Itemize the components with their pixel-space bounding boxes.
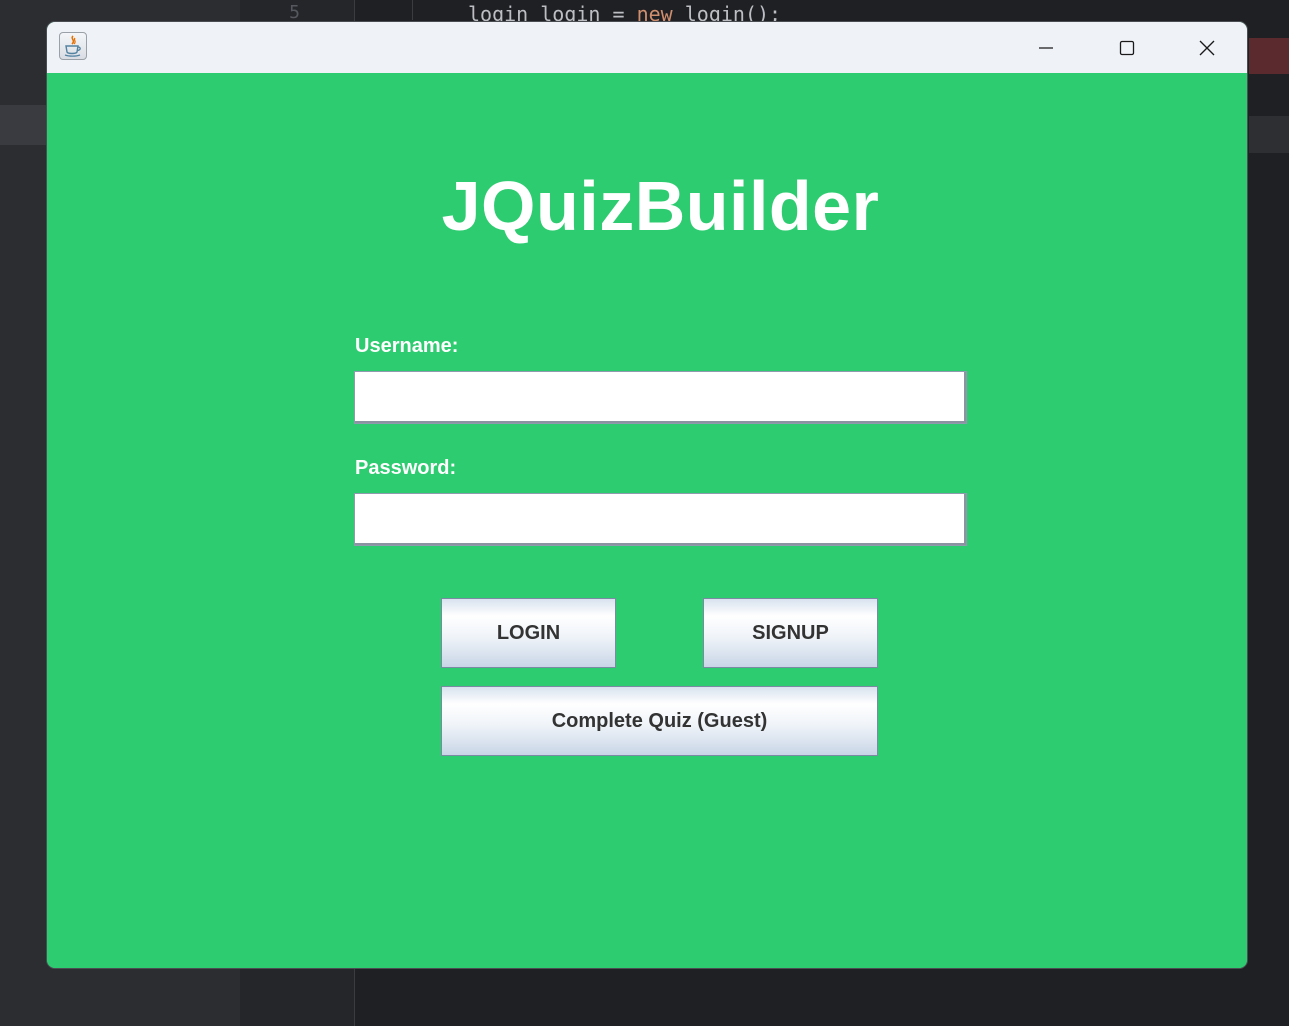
code-suffix: login(); (672, 2, 782, 21)
app-title: JQuizBuilder (441, 167, 880, 245)
close-icon (1199, 40, 1215, 55)
guest-quiz-button[interactable]: Complete Quiz (Guest) (441, 686, 878, 756)
password-field[interactable] (354, 493, 967, 546)
login-button[interactable]: LOGIN (441, 598, 616, 668)
app-window: JQuizBuilder Username: Password: LOGIN S… (46, 21, 1248, 969)
username-field[interactable] (354, 371, 967, 424)
ide-code-line: login login = new login(); (468, 2, 781, 21)
ide-selected-row (0, 105, 47, 145)
ide-line-highlight (1249, 116, 1289, 153)
minimize-icon (1039, 46, 1053, 49)
java-coffee-icon[interactable] (59, 32, 87, 60)
minimize-button[interactable] (1006, 22, 1086, 73)
ide-line-number: 5 (289, 2, 300, 23)
maximize-button[interactable] (1087, 22, 1167, 73)
code-keyword: new (636, 2, 673, 21)
username-label: Username: (355, 335, 459, 357)
password-label: Password: (355, 457, 457, 479)
ide-error-highlight (1249, 38, 1289, 74)
ide-gutter-separator (412, 0, 413, 20)
login-panel: JQuizBuilder Username: Password: LOGIN S… (47, 73, 1247, 968)
close-button[interactable] (1167, 22, 1247, 73)
code-prefix: login login = (468, 2, 637, 21)
title-bar[interactable] (47, 22, 1247, 73)
maximize-icon (1119, 40, 1135, 55)
signup-button[interactable]: SIGNUP (703, 598, 878, 668)
